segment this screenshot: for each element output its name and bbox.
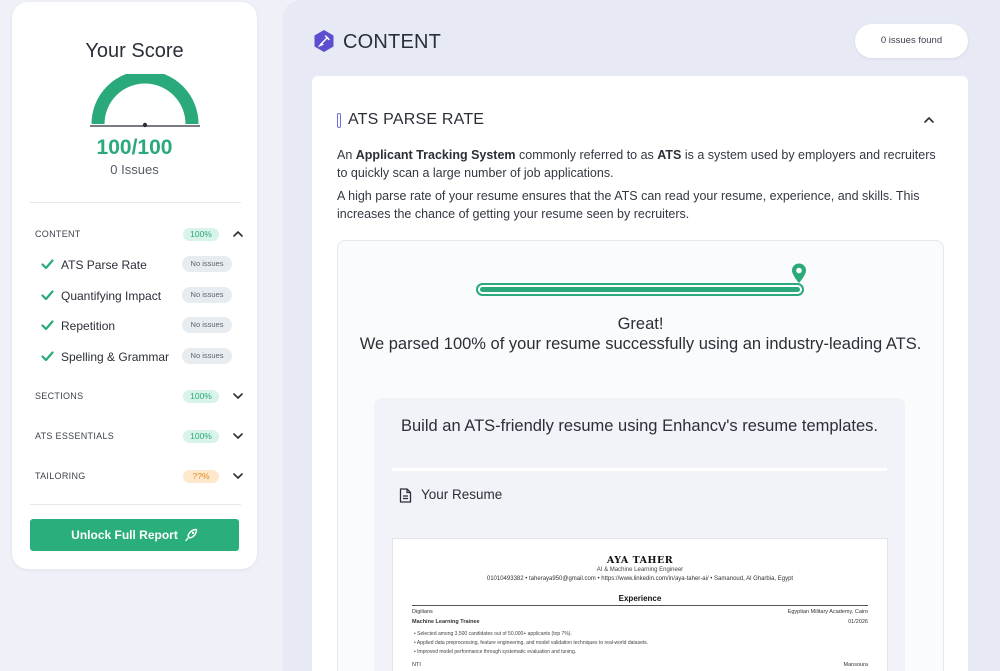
result-heading: Great! [617,315,664,333]
score-gauge [90,74,200,128]
unlock-full-report-button[interactable]: Unlock Full Report [30,519,239,551]
check-icon [41,290,54,301]
text-bold: ATS [657,148,682,162]
category-label: ATS ESSENTIALS [35,431,115,441]
issues-found-badge: 0 issues found [855,24,968,58]
divider [30,202,241,203]
check-icon [41,320,54,331]
resume-company: NTI [412,662,421,668]
category-label: TAILORING [35,471,86,481]
ats-description-paragraph: An Applicant Tracking System commonly re… [337,146,945,182]
resume-contact: 01010493382 • taheraya950@gmail.com • ht… [486,576,794,582]
chevron-down-icon[interactable] [231,469,245,483]
divider [392,468,887,471]
check-icon [41,259,54,270]
parse-progress-bar [476,283,804,296]
text-run: commonly referred to as [515,148,658,162]
document-icon [399,488,412,503]
sidebar-item-label: Spelling & Grammar [61,350,170,364]
location-pin-icon [792,263,806,283]
ats-parse-rate-title: ATS PARSE RATE [348,111,485,128]
category-sections[interactable]: SECTIONS 100% [35,388,243,406]
score-title: Your Score [85,40,184,62]
result-message: We parsed 100% of your resume successful… [359,335,922,353]
resume-location: Mansoura [843,662,868,668]
category-label: CONTENT [35,229,81,239]
divider [30,504,241,505]
your-resume-label: Your Resume [421,487,503,502]
category-score-badge: 100% [183,430,219,443]
sidebar-item-quantifying-impact[interactable]: Quantifying Impact No issues [41,286,241,306]
score-value: 100/100 [96,136,173,159]
resume-rule [412,605,868,606]
text-run: An [337,148,356,162]
unlock-button-label: Unlock Full Report [71,528,178,542]
sidebar-item-label: Quantifying Impact [61,289,162,303]
build-resume-text: Build an ATS-friendly resume using Enhan… [401,417,878,435]
resume-company: Digilians [412,609,433,615]
sidebar-item-repetition[interactable]: Repetition No issues [41,316,241,336]
text-bold: Applicant Tracking System [355,148,516,162]
score-issues: 0 Issues [110,162,159,177]
resume-date: 01/2026 [848,619,868,625]
status-badge: No issues [182,256,232,272]
resume-job-title: Machine Learning Trainee [412,619,480,625]
sidebar-item-label: ATS Parse Rate [61,258,147,272]
resume-bullet: • Applied data preprocessing, feature en… [414,640,649,646]
resume-location: Egyptian Military Academy, Cairo [787,609,868,615]
resume-section-heading: Experience [618,594,662,603]
chevron-up-icon[interactable] [231,227,245,241]
resume-name: AYA TAHER [606,555,674,566]
ats-importance-paragraph: A high parse rate of your resume ensures… [337,189,920,221]
bullet-text: Selected among 3,500 candidates out of 5… [417,631,572,637]
status-badge: No issues [182,317,232,333]
resume-bullet: • Selected among 3,500 candidates out of… [414,631,572,637]
category-score-badge: 100% [183,228,219,241]
content-section-icon [314,30,334,52]
category-label: SECTIONS [35,391,84,401]
chevron-down-icon[interactable] [231,429,245,443]
resume-role: AI & Machine Learning Engineer [596,567,684,573]
bullet-text: Applied data preprocessing, feature engi… [416,640,649,646]
parse-progress-fill [480,287,800,292]
chevron-up-icon[interactable] [922,113,936,127]
resume-bullet: • Improved model performance through sys… [414,649,577,655]
sidebar-item-label: Repetition [61,319,116,333]
category-content[interactable]: CONTENT 100% [35,226,243,244]
score-sidebar: Your Score 100/100 0 Issues CONTENT 100%… [12,2,257,569]
category-score-badge: ??% [183,470,219,483]
section-title: CONTENT [343,31,442,53]
check-icon [41,351,54,362]
status-badge: No issues [182,287,232,303]
rocket-icon [185,528,198,542]
chevron-down-icon[interactable] [231,389,245,403]
bullet-text: Improved model performance through syste… [417,649,577,655]
category-tailoring[interactable]: TAILORING ??% [35,468,243,486]
sidebar-item-spelling-grammar[interactable]: Spelling & Grammar No issues [41,347,241,367]
sidebar-item-ats-parse-rate[interactable]: ATS Parse Rate No issues [41,255,241,275]
section-marker [337,113,341,128]
category-score-badge: 100% [183,390,219,403]
category-ats-essentials[interactable]: ATS ESSENTIALS 100% [35,428,243,446]
status-badge: No issues [182,348,232,364]
